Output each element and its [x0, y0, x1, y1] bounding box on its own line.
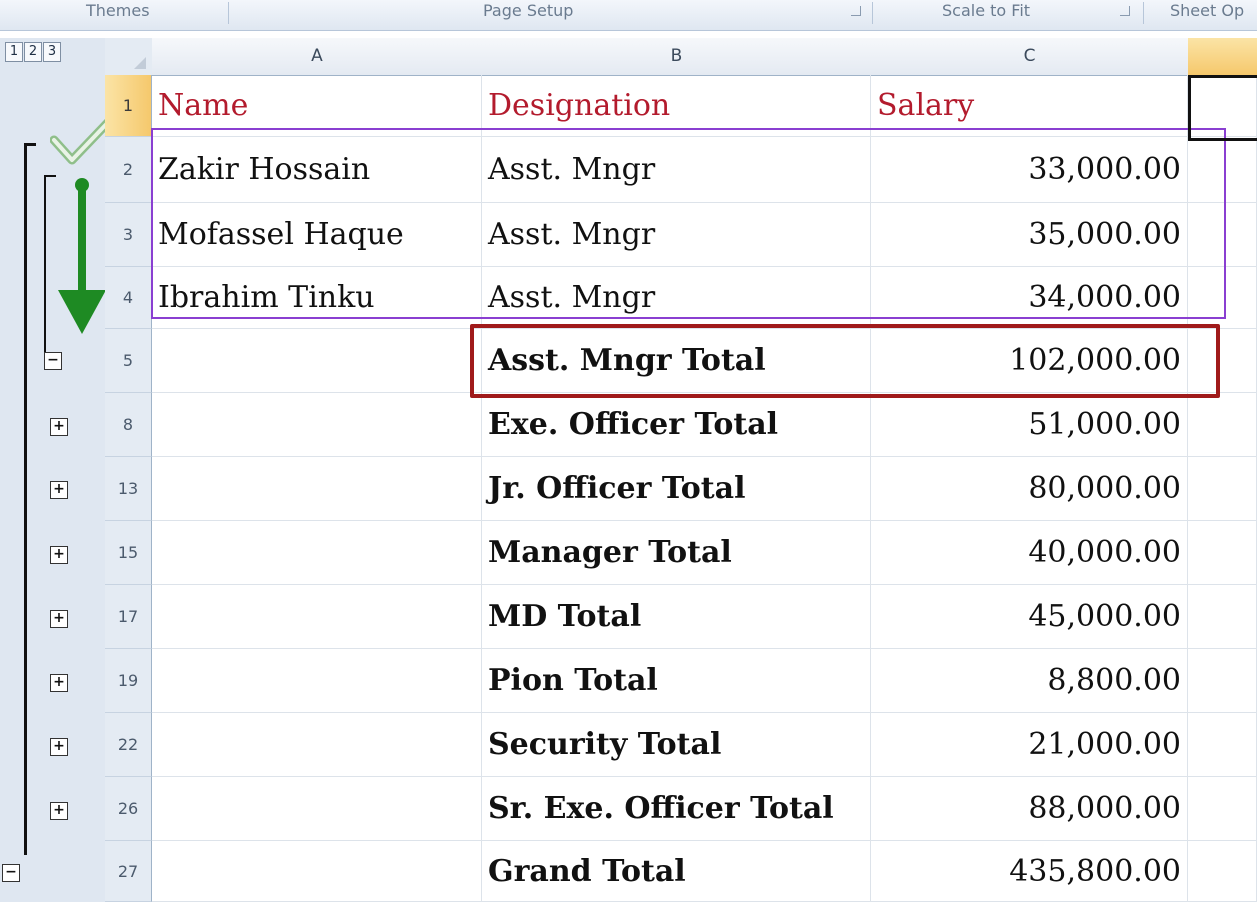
cell-empty[interactable]: [152, 329, 482, 393]
subtotal-row: 26 Sr. Exe. Officer Total 88,000.00: [105, 777, 1257, 841]
ribbon-group-sheet-options: Sheet Op: [1170, 1, 1245, 20]
column-header-c[interactable]: C: [871, 38, 1189, 76]
cell-total-value[interactable]: 40,000.00: [871, 521, 1188, 585]
outline-level-2-button[interactable]: 2: [24, 42, 42, 62]
row-number[interactable]: 1: [105, 75, 152, 137]
grand-total-row: 27 Grand Total 435,800.00: [105, 841, 1257, 902]
row-number[interactable]: 17: [105, 585, 152, 649]
expand-group-button[interactable]: +: [50, 418, 68, 436]
cell-empty[interactable]: [152, 457, 482, 521]
expand-group-button[interactable]: +: [50, 738, 68, 756]
cell-d[interactable]: [1188, 713, 1257, 777]
expand-group-button[interactable]: +: [50, 674, 68, 692]
expand-group-button[interactable]: +: [50, 546, 68, 564]
row-number[interactable]: 19: [105, 649, 152, 713]
cell-d[interactable]: [1188, 457, 1257, 521]
cell-total-label[interactable]: Security Total: [482, 713, 871, 777]
cell-d[interactable]: [1188, 521, 1257, 585]
highlight-subtotal-box: [470, 324, 1220, 398]
column-header-d[interactable]: [1188, 38, 1257, 76]
row-number[interactable]: 2: [105, 137, 152, 203]
cell-total-label[interactable]: Pion Total: [482, 649, 871, 713]
cell-d[interactable]: [1188, 841, 1257, 902]
subtotal-row: 17 MD Total 45,000.00: [105, 585, 1257, 649]
row-number[interactable]: 4: [105, 267, 152, 329]
ribbon-group-page-setup: Page Setup: [483, 1, 574, 20]
subtotal-row: 22 Security Total 21,000.00: [105, 713, 1257, 777]
outline-level-1-button[interactable]: 1: [5, 42, 23, 62]
cell-empty[interactable]: [152, 841, 482, 902]
outline-level-buttons: 1 2 3: [0, 38, 105, 76]
row-number[interactable]: 3: [105, 203, 152, 267]
expand-group-button[interactable]: +: [50, 481, 68, 499]
cell-total-value[interactable]: 21,000.00: [871, 713, 1188, 777]
collapse-all-button[interactable]: −: [2, 864, 20, 882]
row-number[interactable]: 5: [105, 329, 152, 393]
cell-empty[interactable]: [152, 713, 482, 777]
cell-d[interactable]: [1188, 585, 1257, 649]
select-all-corner[interactable]: [105, 38, 153, 76]
outline-bracket-top: [24, 143, 36, 146]
ribbon-separator: [872, 2, 873, 24]
column-header-b[interactable]: B: [482, 38, 872, 76]
outline-bracket-level-1: [24, 143, 27, 855]
page-setup-launcher-icon[interactable]: [851, 6, 861, 16]
subtotal-row: 19 Pion Total 8,800.00: [105, 649, 1257, 713]
outline-level-3-button[interactable]: 3: [43, 42, 61, 62]
cell-empty[interactable]: [152, 649, 482, 713]
row-number[interactable]: 27: [105, 841, 152, 902]
cell-total-label[interactable]: Exe. Officer Total: [482, 393, 871, 457]
cell-d[interactable]: [1188, 649, 1257, 713]
outline-bracket-level-2: [44, 175, 46, 360]
ribbon-group-bar: Themes Page Setup Scale to Fit Sheet Op: [0, 0, 1257, 31]
cell-d[interactable]: [1188, 393, 1257, 457]
highlight-group-box: [151, 128, 1226, 319]
cell-empty[interactable]: [152, 393, 482, 457]
ribbon-separator: [1143, 2, 1144, 24]
cell-empty[interactable]: [152, 777, 482, 841]
cell-empty[interactable]: [152, 585, 482, 649]
subtotal-row: 8 Exe. Officer Total 51,000.00: [105, 393, 1257, 457]
cell-empty[interactable]: [152, 521, 482, 585]
outline-bracket-top: [44, 175, 56, 177]
cell-total-label[interactable]: Jr. Officer Total: [482, 457, 871, 521]
active-cell-d1[interactable]: [1188, 75, 1257, 141]
cell-total-value[interactable]: 45,000.00: [871, 585, 1188, 649]
arrow-head-icon: [58, 290, 106, 334]
cell-d[interactable]: [1188, 777, 1257, 841]
row-number[interactable]: 26: [105, 777, 152, 841]
collapse-group-button[interactable]: −: [44, 352, 62, 370]
cell-total-value[interactable]: 88,000.00: [871, 777, 1188, 841]
row-number[interactable]: 8: [105, 393, 152, 457]
subtotal-row: 15 Manager Total 40,000.00: [105, 521, 1257, 585]
ribbon-group-scale-to-fit: Scale to Fit: [942, 1, 1031, 20]
cell-grand-total-label[interactable]: Grand Total: [482, 841, 871, 902]
scale-to-fit-launcher-icon[interactable]: [1120, 6, 1130, 16]
row-number[interactable]: 13: [105, 457, 152, 521]
cell-total-label[interactable]: Sr. Exe. Officer Total: [482, 777, 871, 841]
row-number[interactable]: 15: [105, 521, 152, 585]
expand-group-button[interactable]: +: [50, 802, 68, 820]
column-header-row: 1 2 3 A B C: [0, 38, 1257, 76]
down-arrow-icon: [78, 186, 86, 304]
expand-group-button[interactable]: +: [50, 610, 68, 628]
row-number[interactable]: 22: [105, 713, 152, 777]
cell-total-label[interactable]: Manager Total: [482, 521, 871, 585]
ribbon-group-themes: Themes: [86, 1, 150, 20]
cell-total-value[interactable]: 51,000.00: [871, 393, 1188, 457]
cell-total-value[interactable]: 80,000.00: [871, 457, 1188, 521]
ribbon-separator: [228, 2, 229, 24]
subtotal-row: 13 Jr. Officer Total 80,000.00: [105, 457, 1257, 521]
column-header-a[interactable]: A: [152, 38, 483, 76]
cell-total-label[interactable]: MD Total: [482, 585, 871, 649]
cell-total-value[interactable]: 8,800.00: [871, 649, 1188, 713]
cell-grand-total-value[interactable]: 435,800.00: [871, 841, 1188, 902]
